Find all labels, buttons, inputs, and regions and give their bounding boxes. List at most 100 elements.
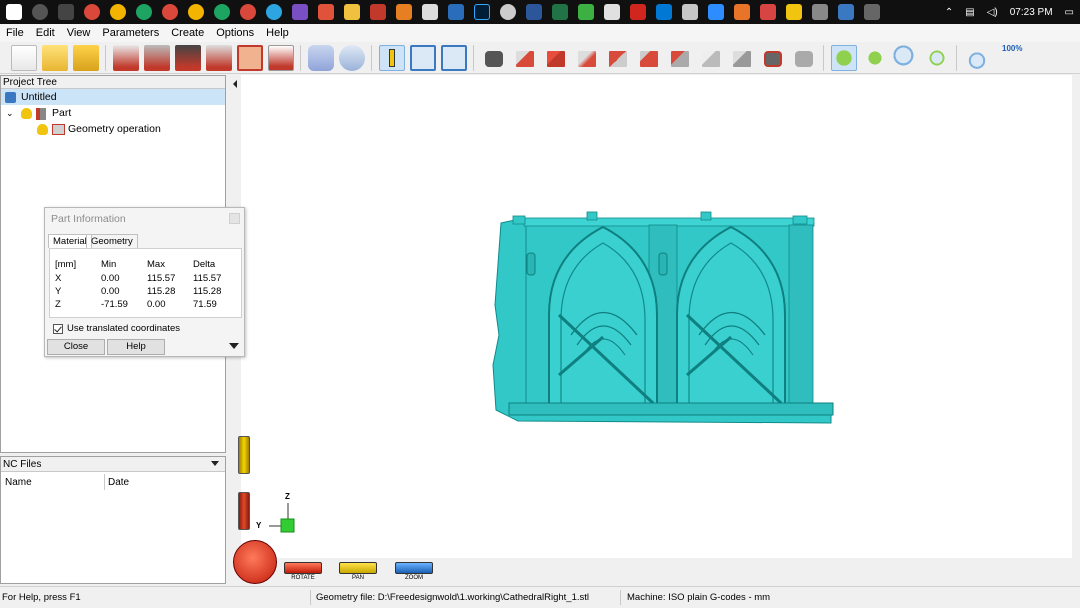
app-icon[interactable] [734, 4, 750, 20]
lightbulb-icon[interactable] [21, 108, 32, 119]
export-icon[interactable] [267, 44, 294, 71]
app-icon[interactable] [682, 4, 698, 20]
menu-create[interactable]: Create [165, 24, 210, 42]
zoom-window-icon[interactable] [923, 44, 950, 71]
material-icon[interactable] [174, 44, 201, 71]
menu-parameters[interactable]: Parameters [96, 24, 165, 42]
acrobat-icon[interactable] [630, 4, 646, 20]
chevron-down-icon[interactable]: ⌄ [6, 105, 14, 121]
task-view-icon[interactable] [58, 4, 74, 20]
vscode-icon[interactable] [656, 4, 672, 20]
tree-item-untitled[interactable]: Untitled [1, 89, 225, 105]
app-icon[interactable] [396, 4, 412, 20]
collapse-arrow-icon[interactable] [233, 80, 237, 88]
app-icon[interactable] [448, 4, 464, 20]
folder-icon[interactable] [344, 4, 360, 20]
rotate-button[interactable] [284, 562, 322, 574]
app-icon[interactable] [838, 4, 854, 20]
tab-geometry[interactable]: Geometry [86, 234, 138, 248]
camera-icon[interactable] [481, 45, 507, 71]
view-window-icon[interactable] [440, 44, 467, 71]
chrome-icon[interactable] [110, 4, 126, 20]
3d-viewport[interactable]: Z Y [241, 75, 1080, 558]
volume-icon[interactable]: ◁) [987, 7, 998, 18]
app-icon[interactable] [292, 4, 308, 20]
view-bottom-icon[interactable] [698, 45, 724, 71]
column-header-date[interactable]: Date [108, 477, 129, 488]
chrome-icon[interactable] [240, 4, 256, 20]
open-folder-icon[interactable] [41, 44, 68, 71]
lightbulb-icon[interactable] [37, 124, 48, 135]
network-icon[interactable]: ▤ [965, 7, 974, 18]
view-right-icon[interactable] [636, 45, 662, 71]
menu-file[interactable]: File [0, 24, 30, 42]
menu-edit[interactable]: Edit [30, 24, 61, 42]
inspect-icon[interactable] [338, 44, 365, 71]
app-icon[interactable] [812, 4, 828, 20]
close-icon[interactable] [229, 213, 240, 224]
chrome-icon[interactable] [162, 4, 178, 20]
operation-icon[interactable] [112, 44, 139, 71]
expand-arrow-icon[interactable] [229, 343, 239, 349]
view-left-icon[interactable] [605, 45, 631, 71]
chevron-up-icon[interactable]: ⌃ [945, 7, 953, 18]
save-icon[interactable] [72, 44, 99, 71]
photoshop-icon[interactable] [474, 4, 490, 20]
dropdown-arrow-icon[interactable] [211, 461, 219, 466]
close-button[interactable]: Close [47, 339, 105, 355]
chrome-icon[interactable] [214, 4, 230, 20]
app-icon[interactable] [578, 4, 594, 20]
app-icon[interactable] [760, 4, 776, 20]
simulation-icon[interactable] [307, 44, 334, 71]
column-header-name[interactable]: Name [5, 477, 32, 488]
search-icon[interactable] [32, 4, 48, 20]
view-iso-icon[interactable] [512, 45, 538, 71]
toolpath-icon[interactable] [205, 44, 232, 71]
new-file-icon[interactable] [10, 44, 37, 71]
word-icon[interactable] [526, 4, 542, 20]
view-back-icon[interactable] [574, 45, 600, 71]
help-button[interactable]: Help [107, 339, 165, 355]
translated-coordinates-checkbox[interactable] [53, 323, 63, 334]
telegram-icon[interactable] [266, 4, 282, 20]
app-icon[interactable] [786, 4, 802, 20]
red-slider-control[interactable] [238, 492, 250, 530]
view-top-icon[interactable] [667, 45, 693, 71]
rotate-icon[interactable] [830, 44, 857, 71]
view-front-icon[interactable] [543, 45, 569, 71]
notification-icon[interactable]: ▭ [1065, 7, 1074, 18]
windows-start-icon[interactable] [6, 4, 22, 20]
pan-button[interactable] [339, 562, 377, 574]
tool-icon[interactable] [143, 44, 170, 71]
zoom-100-icon[interactable] [963, 44, 990, 71]
layout-icon[interactable] [409, 44, 436, 71]
yellow-slider-control[interactable] [238, 436, 250, 474]
d-operation-icon[interactable] [236, 44, 263, 71]
chrome-icon[interactable] [188, 4, 204, 20]
app-icon[interactable] [500, 4, 516, 20]
pan-icon[interactable] [861, 44, 888, 71]
camera-settings-icon[interactable] [791, 45, 817, 71]
zoom-app-icon[interactable] [708, 4, 724, 20]
clock[interactable]: 07:23 PM [1010, 7, 1053, 18]
app-icon[interactable] [604, 4, 620, 20]
menu-options[interactable]: Options [210, 24, 260, 42]
app-icon[interactable] [864, 4, 880, 20]
excel-icon[interactable] [552, 4, 568, 20]
info-icon[interactable] [378, 44, 405, 71]
chrome-icon[interactable] [84, 4, 100, 20]
camera-reset-icon[interactable] [760, 45, 786, 71]
chrome-icon[interactable] [136, 4, 152, 20]
menu-help[interactable]: Help [260, 24, 295, 42]
zoom-in-icon[interactable] [892, 44, 919, 71]
menu-view[interactable]: View [61, 24, 97, 42]
app-icon[interactable] [318, 4, 334, 20]
rotate-dial-control[interactable] [233, 540, 277, 584]
app-icon[interactable] [422, 4, 438, 20]
view-wire-icon[interactable] [729, 45, 755, 71]
zoom-button[interactable] [395, 562, 433, 574]
tree-item-geometry-operation[interactable]: Geometry operation [1, 121, 225, 137]
app-icon[interactable] [370, 4, 386, 20]
tree-item-part[interactable]: ⌄ Part [1, 105, 225, 121]
use-translated-coordinates-row[interactable]: Use translated coordinates [53, 323, 180, 334]
